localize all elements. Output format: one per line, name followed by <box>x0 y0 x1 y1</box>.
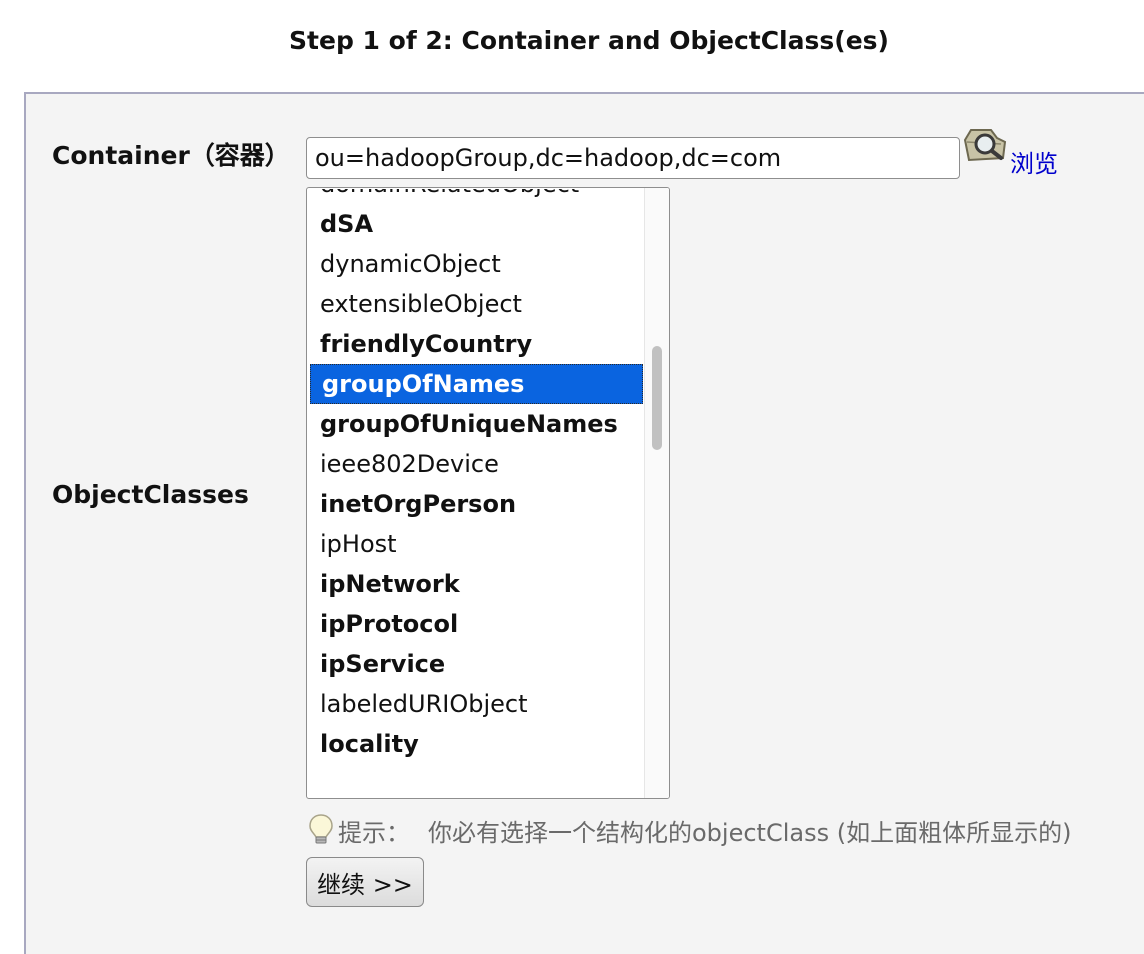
objectclass-option[interactable]: ipProtocol <box>308 604 645 644</box>
hint-row: 提示： 你必有选择一个结构化的objectClass (如上面粗体所显示的) <box>308 808 1071 852</box>
objectclasses-label: ObjectClasses <box>52 480 249 509</box>
objectclass-option[interactable]: ieee802Device <box>308 444 645 484</box>
browse-link[interactable]: 浏览 <box>1010 144 1058 179</box>
objectclass-option[interactable]: domainRelatedObject <box>308 189 645 204</box>
continue-button[interactable]: 继续 >> <box>306 857 424 907</box>
objectclass-option[interactable]: dynamicObject <box>308 244 645 284</box>
objectclass-option[interactable]: ipService <box>308 644 645 684</box>
objectclass-viewport: domainRelatedObjectdSAdynamicObjectexten… <box>308 189 645 797</box>
hint-text: 你必有选择一个结构化的objectClass (如上面粗体所显示的) <box>428 818 1072 847</box>
objectclass-option[interactable]: locality <box>308 724 645 764</box>
objectclass-option[interactable]: dSA <box>308 204 645 244</box>
objectclass-option[interactable]: inetOrgPerson <box>308 484 645 524</box>
objectclass-option[interactable]: friendlyCountry <box>308 324 645 364</box>
objectclass-options: domainRelatedObjectdSAdynamicObjectexten… <box>308 189 645 764</box>
objectclass-option[interactable]: ipNetwork <box>308 564 645 604</box>
lightbulb-icon <box>308 813 334 847</box>
container-input[interactable] <box>306 137 960 179</box>
listbox-scrollbar[interactable] <box>644 188 669 798</box>
page-title: Step 1 of 2: Container and ObjectClass(e… <box>289 26 889 55</box>
objectclass-option[interactable]: groupOfNames <box>310 364 643 404</box>
objectclass-listbox[interactable]: domainRelatedObjectdSAdynamicObjectexten… <box>306 187 670 799</box>
hint-label: 提示： <box>338 818 410 847</box>
scrollbar-thumb[interactable] <box>652 346 662 450</box>
magnifier-icon[interactable] <box>961 124 1009 172</box>
objectclass-option[interactable]: labeledURIObject <box>308 684 645 724</box>
container-label: Container（容器） <box>52 141 290 170</box>
objectclass-option[interactable]: extensibleObject <box>308 284 645 324</box>
objectclass-option[interactable]: groupOfUniqueNames <box>308 404 645 444</box>
objectclass-option[interactable]: ipHost <box>308 524 645 564</box>
